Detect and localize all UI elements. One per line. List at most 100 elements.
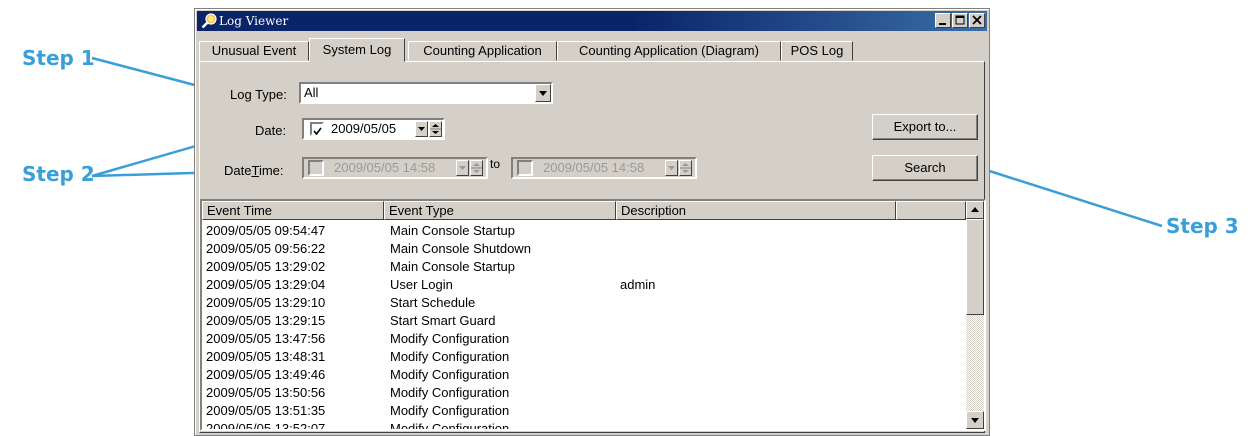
table-row[interactable]: 2009/05/05 13:29:15 Start Smart Guard	[202, 312, 966, 330]
tab-system-log[interactable]: System Log	[309, 38, 405, 62]
cell-event-type: Modify Configuration	[390, 367, 510, 382]
tab-pos-log[interactable]: POS Log	[781, 41, 853, 61]
cell-event-time: 2009/05/05 13:29:15	[206, 313, 326, 328]
table-row[interactable]: 2009/05/05 13:50:56 Modify Configuration	[202, 384, 966, 402]
log-type-value: All	[304, 85, 319, 100]
step1-arrow	[91, 56, 207, 90]
cell-event-type: Start Smart Guard	[390, 313, 496, 328]
tab-counting-application[interactable]: Counting Application	[408, 41, 557, 61]
cell-event-time: 2009/05/05 13:47:56	[206, 331, 326, 346]
cell-event-time: 2009/05/05 09:54:47	[206, 223, 326, 238]
column-header-event-type[interactable]: Event Type	[384, 201, 616, 220]
scroll-up-button[interactable]	[966, 201, 984, 219]
datetime-label: DateTime:	[224, 163, 284, 178]
cell-event-time: 2009/05/05 13:48:31	[206, 349, 326, 364]
table-row[interactable]: 2009/05/05 09:56:22 Main Console Shutdown	[202, 240, 966, 258]
minimize-button[interactable]	[935, 13, 951, 28]
datetime-to-checkbox[interactable]	[517, 160, 533, 176]
step2-callout: Step 2	[22, 162, 95, 186]
event-list[interactable]: Event Time Event Type Description 2009/0…	[200, 199, 986, 431]
chevron-down-icon	[668, 166, 675, 170]
datetime-label-pre: Date	[224, 163, 252, 178]
cell-event-time: 2009/05/05 09:56:22	[206, 241, 326, 256]
cell-event-time: 2009/05/05 13:29:02	[206, 259, 326, 274]
datetime-to-picker[interactable]: 2009/05/05 14:58	[511, 157, 697, 179]
table-row[interactable]: 2009/05/05 13:47:56 Modify Configuration	[202, 330, 966, 348]
column-header-event-time[interactable]: Event Time	[202, 201, 384, 220]
chevron-down-icon	[418, 127, 425, 131]
spinner-arrows-icon	[430, 124, 441, 134]
table-row[interactable]: 2009/05/05 13:48:31 Modify Configuration	[202, 348, 966, 366]
cell-description: admin	[620, 277, 656, 292]
table-row[interactable]: 2009/05/05 13:51:35 Modify Configuration	[202, 402, 966, 420]
spinner-arrows-icon	[471, 163, 482, 173]
arrow-up-icon	[971, 207, 979, 212]
date-spinner[interactable]	[429, 121, 442, 137]
datetime-to-dropdown-button[interactable]	[665, 160, 678, 176]
column-header-empty[interactable]	[896, 201, 966, 220]
date-picker[interactable]: 2009/05/05	[302, 118, 445, 140]
cell-event-time: 2009/05/05 13:51:35	[206, 403, 326, 418]
spinner-arrows-icon	[680, 163, 691, 173]
datetime-from-picker[interactable]: 2009/05/05 14:58	[302, 157, 488, 179]
maximize-button[interactable]	[952, 13, 968, 28]
cell-event-type: Start Schedule	[390, 295, 476, 310]
datetime-from-value: 2009/05/05 14:58	[334, 160, 436, 175]
export-to-button[interactable]: Export to...	[872, 114, 978, 140]
tab-counting-application-diagram[interactable]: Counting Application (Diagram)	[557, 41, 781, 61]
close-icon	[972, 15, 982, 25]
chevron-down-icon	[459, 166, 466, 170]
table-row[interactable]: 2009/05/05 13:29:04 User Login admin	[202, 276, 966, 294]
datetime-to-spinner[interactable]	[679, 160, 692, 176]
arrow-down-icon	[971, 418, 979, 423]
table-row[interactable]: 2009/05/05 13:49:46 Modify Configuration	[202, 366, 966, 384]
cell-event-type: Modify Configuration	[390, 421, 510, 431]
date-label: Date:	[255, 123, 287, 138]
cell-event-time: 2009/05/05 13:29:10	[206, 295, 326, 310]
datetime-to-label: to	[490, 157, 501, 171]
vertical-scrollbar[interactable]	[966, 201, 984, 429]
table-row[interactable]: 2009/05/05 13:29:10 Start Schedule	[202, 294, 966, 312]
cell-event-type: User Login	[390, 277, 453, 292]
maximize-icon	[955, 15, 965, 25]
datetime-label-underline: T	[251, 163, 259, 178]
minimize-icon	[939, 23, 946, 25]
window-title: Log Viewer	[219, 14, 289, 28]
cell-event-type: Main Console Shutdown	[390, 241, 531, 256]
datetime-from-dropdown-button[interactable]	[456, 160, 469, 176]
cell-event-type: Modify Configuration	[390, 385, 510, 400]
step1-callout: Step 1	[22, 46, 95, 70]
table-row[interactable]: 2009/05/05 09:54:47 Main Console Startup	[202, 222, 966, 240]
log-type-label: Log Type:	[230, 87, 287, 102]
cell-event-time: 2009/05/05 13:49:46	[206, 367, 326, 382]
cell-event-time: 2009/05/05 13:50:56	[206, 385, 326, 400]
checkmark-icon	[313, 127, 322, 136]
datetime-from-spinner[interactable]	[470, 160, 483, 176]
date-value: 2009/05/05	[331, 121, 397, 136]
cell-event-time: 2009/05/05 13:29:04	[206, 277, 326, 292]
chevron-down-icon	[539, 91, 547, 96]
table-row[interactable]: 2009/05/05 13:29:02 Main Console Startup	[202, 258, 966, 276]
date-dropdown-button[interactable]	[415, 121, 428, 137]
datetime-to-value: 2009/05/05 14:58	[543, 160, 645, 175]
cell-event-type: Modify Configuration	[390, 349, 510, 364]
scroll-thumb[interactable]	[966, 219, 984, 315]
cell-event-type: Modify Configuration	[390, 331, 510, 346]
datetime-checkbox[interactable]	[308, 160, 324, 176]
cell-event-type: Main Console Startup	[390, 259, 516, 274]
search-button[interactable]: Search	[872, 155, 978, 181]
log-type-dropdown-button[interactable]	[535, 84, 551, 102]
cell-event-time: 2009/05/05 13:52:07	[206, 421, 326, 431]
close-button[interactable]	[969, 13, 985, 28]
title-bar[interactable]: Log Viewer	[197, 11, 987, 31]
log-type-select[interactable]: All	[299, 82, 553, 104]
date-checkbox[interactable]	[310, 122, 324, 136]
table-row[interactable]: 2009/05/05 13:52:07 Modify Configuration	[202, 420, 966, 431]
step3-callout: Step 3	[1166, 214, 1239, 238]
cell-event-type: Main Console Startup	[390, 223, 516, 238]
tab-unusual-event[interactable]: Unusual Event	[199, 41, 309, 61]
scroll-down-button[interactable]	[966, 411, 984, 429]
column-header-description[interactable]: Description	[616, 201, 896, 220]
magnifier-icon	[201, 13, 217, 29]
cell-event-type: Modify Configuration	[390, 403, 510, 418]
